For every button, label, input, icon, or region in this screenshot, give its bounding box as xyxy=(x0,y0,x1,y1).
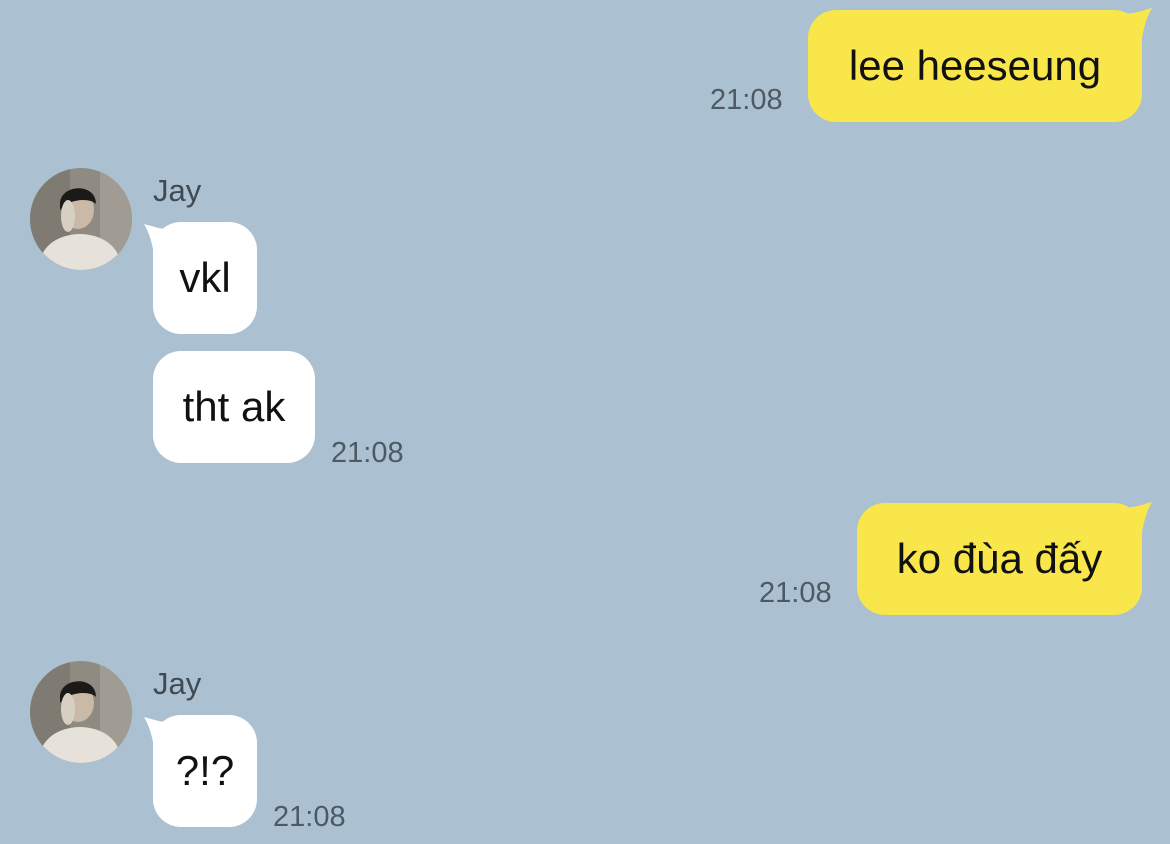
contact-avatar[interactable] xyxy=(30,661,132,763)
contact-message-bubble[interactable]: vkl xyxy=(153,222,257,334)
message-timestamp: 21:08 xyxy=(759,577,832,609)
sender-name: Jay xyxy=(153,666,202,701)
sender-name: Jay xyxy=(153,173,202,208)
my-message-bubble[interactable]: lee heeseung xyxy=(808,10,1142,122)
message-timestamp: 21:08 xyxy=(273,801,346,833)
contact-avatar[interactable] xyxy=(30,168,132,270)
person-photo-avatar-icon xyxy=(30,661,132,763)
contact-message-bubble[interactable]: tht ak xyxy=(153,351,315,463)
message-timestamp: 21:08 xyxy=(710,84,783,116)
message-timestamp: 21:08 xyxy=(331,437,404,469)
my-message-bubble[interactable]: ko đùa đấy xyxy=(857,503,1142,615)
person-photo-avatar-icon xyxy=(30,168,132,270)
contact-message-bubble[interactable]: ?!? xyxy=(153,715,257,827)
